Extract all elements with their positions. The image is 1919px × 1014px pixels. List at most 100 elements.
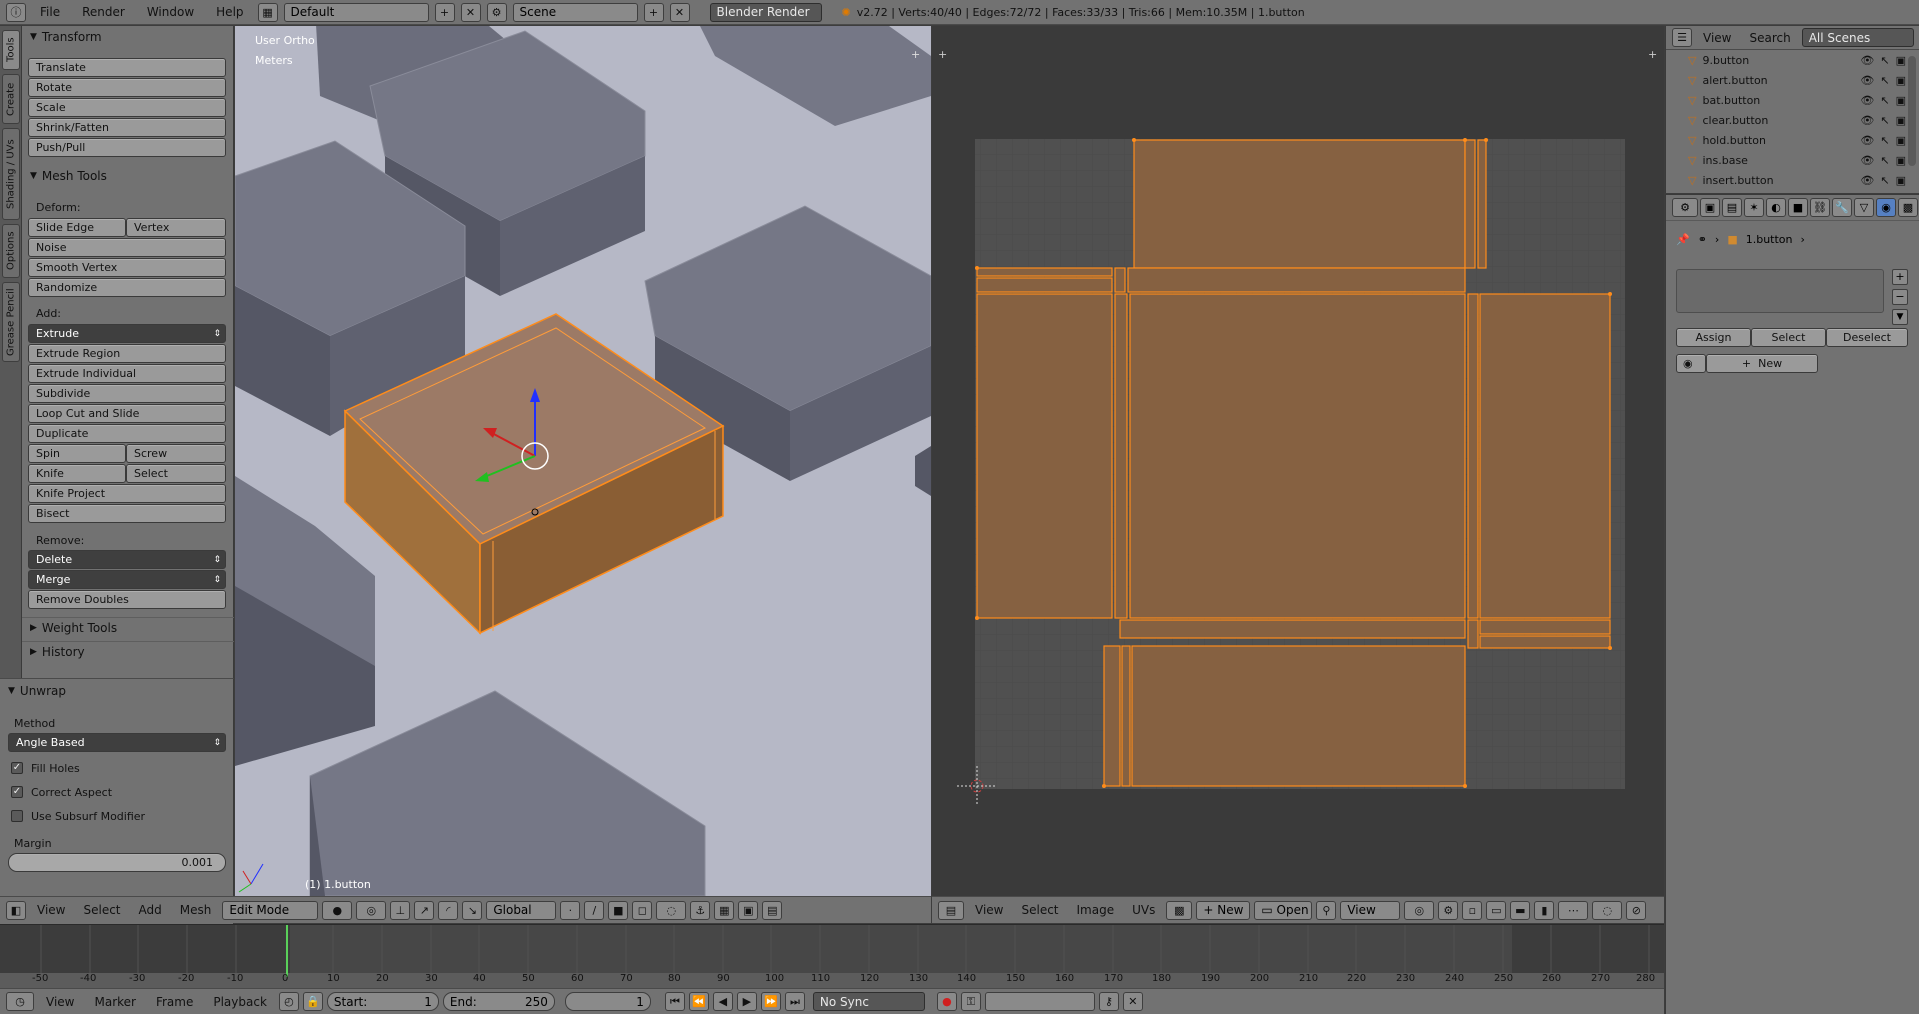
render-icon[interactable]: ▣ [1896, 134, 1906, 147]
sync-selection-icon[interactable]: ⚙ [1438, 900, 1459, 920]
use-subsurf-checkbox[interactable] [11, 810, 23, 822]
viewport-shading-icon[interactable]: ● [322, 900, 353, 920]
current-frame-field[interactable]: 1 [564, 992, 651, 1011]
bisect-button[interactable]: Bisect [28, 504, 226, 523]
rotate-button[interactable]: Rotate [28, 78, 226, 97]
deselect-button[interactable]: Deselect [1826, 328, 1908, 347]
timeline[interactable]: -50 -40 -30 -20 -10 0 10 20 30 40 50 60 … [0, 924, 1664, 989]
display-mode-select[interactable]: All Scenes [1801, 28, 1914, 47]
history-panel-header[interactable]: ▶ History [22, 641, 234, 661]
screen-layout-icon[interactable]: ▦ [257, 2, 278, 22]
remove-doubles-button[interactable]: Remove Doubles [28, 590, 226, 609]
tab-shading-uvs[interactable]: Shading / UVs [2, 128, 20, 220]
record-icon[interactable]: ● [936, 992, 957, 1011]
eye-icon[interactable]: 👁 [1860, 134, 1874, 147]
scene-icon[interactable]: ⚙ [486, 2, 507, 22]
jump-start-icon[interactable]: ⏮ [664, 992, 685, 1011]
uv-image-editor[interactable]: + + [932, 26, 1664, 896]
manipulator-icon[interactable]: ⊥ [390, 900, 411, 920]
slide-edge-button[interactable]: Slide Edge [28, 218, 126, 237]
editor-type-icon[interactable]: ◧ [6, 900, 26, 920]
knife-button[interactable]: Knife [28, 464, 126, 483]
snap-icon[interactable]: ⚓ [690, 900, 711, 920]
loop-cut-button[interactable]: Loop Cut and Slide [28, 404, 226, 423]
knife-select-button[interactable]: Select [126, 464, 226, 483]
menu-add[interactable]: Add [132, 903, 169, 917]
material-tab-icon[interactable]: ◉ [1876, 198, 1896, 217]
slide-vertex-button[interactable]: Vertex [126, 218, 226, 237]
screw-button[interactable]: Screw [126, 444, 226, 463]
tab-create[interactable]: Create [2, 74, 20, 124]
outliner-scrollbar[interactable] [1908, 56, 1916, 166]
assign-button[interactable]: Assign [1676, 328, 1751, 347]
tab-grease-pencil[interactable]: Grease Pencil [2, 282, 20, 362]
eye-icon[interactable]: 👁 [1860, 54, 1874, 67]
tab-tools[interactable]: Tools [2, 30, 20, 70]
scene-tab-icon[interactable]: ✶ [1744, 198, 1764, 217]
snap-element-icon[interactable]: ▦ [714, 900, 735, 920]
sticky-select-icon[interactable]: ⋯ [1558, 900, 1589, 920]
layout-field[interactable]: Default [283, 2, 429, 22]
outliner-item[interactable]: ▽ clear.button 👁 ↖ ▣ [1666, 110, 1906, 130]
render-icon[interactable]: ▣ [1896, 154, 1906, 167]
scene-field[interactable]: Scene [512, 2, 638, 22]
snap-icon[interactable]: ⊘ [1626, 900, 1647, 920]
extrude-menu[interactable]: Extrude [28, 324, 226, 343]
cursor-icon[interactable]: ↖ [1880, 74, 1889, 87]
cursor-icon[interactable]: ↖ [1880, 114, 1889, 127]
merge-menu[interactable]: Merge [28, 570, 226, 589]
scale-button[interactable]: Scale [28, 98, 226, 117]
outliner-item[interactable]: ▽ ins.base 👁 ↖ ▣ [1666, 150, 1906, 170]
mesh-tools-panel-header[interactable]: ▼ Mesh Tools [22, 166, 234, 186]
region-plus-icon-right[interactable]: + [1648, 48, 1657, 61]
select-button[interactable]: Select [1751, 328, 1826, 347]
open-image-button[interactable]: ▭ Open [1254, 900, 1313, 920]
shrink-fatten-button[interactable]: Shrink/Fatten [28, 118, 226, 137]
rotate-manipulator-icon[interactable]: ◜ [438, 900, 459, 920]
region-plus-icon[interactable]: + [911, 48, 920, 61]
tab-options[interactable]: Options [2, 224, 20, 278]
extrude-region-button[interactable]: Extrude Region [28, 344, 226, 363]
new-image-button[interactable]: + New [1196, 900, 1251, 920]
region-plus-icon[interactable]: + [938, 48, 947, 61]
menu-image[interactable]: Image [1070, 903, 1122, 917]
eye-icon[interactable]: 👁 [1860, 94, 1874, 107]
world-tab-icon[interactable]: ◐ [1766, 198, 1786, 217]
eye-icon[interactable]: 👁 [1860, 154, 1874, 167]
menu-playback[interactable]: Playback [205, 995, 275, 1009]
menu-view[interactable]: View [1696, 31, 1738, 45]
jump-end-icon[interactable]: ⏭ [784, 992, 805, 1011]
translate-button[interactable]: Translate [28, 58, 226, 77]
edge-select-icon[interactable]: / [584, 900, 605, 920]
menu-select[interactable]: Select [76, 903, 127, 917]
noise-button[interactable]: Noise [28, 238, 226, 257]
cursor-icon[interactable]: ↖ [1880, 54, 1889, 67]
render-tab-icon[interactable]: ▣ [1700, 198, 1720, 217]
transform-panel-header[interactable]: ▼ Transform [22, 27, 234, 47]
menu-marker[interactable]: Marker [86, 995, 143, 1009]
render-anim-icon[interactable]: ▤ [762, 900, 783, 920]
data-tab-icon[interactable]: ▽ [1854, 198, 1874, 217]
margin-field[interactable]: 0.001 [8, 853, 226, 872]
view-mode-select[interactable]: View [1340, 900, 1401, 920]
weight-tools-panel-header[interactable]: ▶ Weight Tools [22, 617, 234, 637]
cursor-icon[interactable]: ↖ [1880, 154, 1889, 167]
outliner-item[interactable]: ▽ hold.button 👁 ↖ ▣ [1666, 130, 1906, 150]
correct-aspect-checkbox[interactable]: ✓ [11, 786, 23, 798]
lock-icon[interactable]: 🔒 [302, 992, 323, 1011]
menu-mesh[interactable]: Mesh [173, 903, 219, 917]
pin-icon[interactable]: ⚲ [1316, 900, 1337, 920]
uv-island-select-icon[interactable]: ▮ [1534, 900, 1555, 920]
object-tab-icon[interactable]: ■ [1788, 198, 1808, 217]
menu-view[interactable]: View [30, 903, 72, 917]
eye-icon[interactable]: 👁 [1860, 174, 1874, 187]
proportional-edit-icon[interactable]: ◌ [656, 900, 687, 920]
keying-set-field[interactable] [984, 992, 1095, 1011]
menu-render[interactable]: Render [74, 5, 133, 19]
editor-type-icon[interactable]: ◷ [6, 992, 34, 1011]
new-material-button[interactable]: + New [1706, 354, 1818, 373]
uv-edge-select-icon[interactable]: ▭ [1486, 900, 1507, 920]
material-browse-icon[interactable]: ◉ [1676, 354, 1706, 373]
render-icon[interactable]: ▣ [1896, 74, 1906, 87]
unwrap-panel-header[interactable]: ▼ Unwrap [0, 681, 212, 701]
